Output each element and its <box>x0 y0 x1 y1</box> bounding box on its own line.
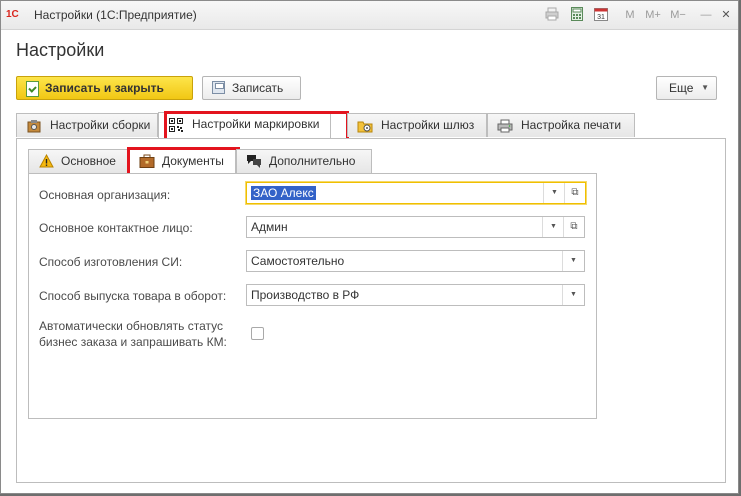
assembly-icon <box>26 119 42 133</box>
printer-icon <box>497 119 513 133</box>
tab-print-settings[interactable]: Настройка печати <box>487 113 635 137</box>
tab-label: Настройки шлюз <box>381 118 475 132</box>
dropdown-arrow-icon[interactable]: ▼ <box>542 217 564 237</box>
documents-panel: Основная организация: ЗАО Алекс ▼ ⧉ Осно… <box>28 173 597 419</box>
tab-label: Настройка печати <box>521 118 622 132</box>
auto-update-checkbox[interactable] <box>251 327 264 340</box>
save-button[interactable]: Записать <box>202 76 301 100</box>
tab-documents[interactable]: Документы <box>129 149 236 174</box>
dropdown-arrow-icon[interactable]: ▼ <box>562 285 584 305</box>
chevron-down-icon: ▼ <box>701 83 709 92</box>
save-and-close-label: Записать и закрыть <box>45 81 164 95</box>
qr-code-icon <box>168 118 184 132</box>
minimize-icon[interactable]: — <box>698 7 714 23</box>
tab-label: Настройки маркировки <box>192 117 320 131</box>
tab-label: Дополнительно <box>269 154 356 168</box>
si-method-label: Способ изготовления СИ: <box>39 255 183 269</box>
main-contact-field[interactable]: Админ ▼ ⧉ <box>246 216 585 238</box>
tab-label: Настройки сборки <box>50 118 151 132</box>
calendar-icon[interactable]: 31 <box>593 7 609 23</box>
chat-icon <box>246 154 262 169</box>
tab-gateway-settings[interactable]: Настройки шлюз <box>347 113 487 137</box>
release-method-select[interactable]: Производство в РФ ▼ <box>246 284 585 306</box>
app-window: 1С Настройки (1С:Предприятие) 31 M M+ M−… <box>0 0 739 494</box>
dropdown-arrow-icon[interactable]: ▼ <box>543 183 565 203</box>
warning-icon <box>38 153 54 169</box>
auto-update-label-line1: Автоматически обновлять статус <box>39 319 224 333</box>
app-logo: 1С <box>6 9 19 20</box>
main-contact-label: Основное контактное лицо: <box>39 221 193 235</box>
calculator-icon[interactable] <box>569 7 585 23</box>
open-icon[interactable]: ⧉ <box>563 217 584 237</box>
release-method-label: Способ выпуска товара в оборот: <box>39 289 227 303</box>
memory-m-minus-button[interactable]: M− <box>668 7 688 23</box>
dropdown-arrow-icon[interactable]: ▼ <box>562 251 584 271</box>
main-organization-label: Основная организация: <box>39 188 171 202</box>
more-label: Еще <box>669 81 694 95</box>
document-check-icon <box>26 81 39 97</box>
main-organization-field[interactable]: ЗАО Алекс ▼ ⧉ <box>246 182 586 204</box>
tab-additional[interactable]: Дополнительно <box>236 149 372 173</box>
open-icon[interactable]: ⧉ <box>564 183 585 203</box>
close-icon[interactable]: ✕ <box>718 7 734 23</box>
tab-label: Документы <box>162 154 224 168</box>
floppy-disk-icon <box>212 81 225 94</box>
auto-update-label-line2: бизнес заказа и запрашивать КМ: <box>39 335 227 349</box>
window-title: Настройки (1С:Предприятие) <box>34 8 197 22</box>
tab-general[interactable]: Основное <box>28 149 129 173</box>
gateway-icon <box>357 119 373 133</box>
tab-marking-settings[interactable]: Настройки маркировки <box>158 112 331 138</box>
release-method-value: Производство в РФ <box>251 288 360 302</box>
memory-m-plus-button[interactable]: M+ <box>643 7 663 23</box>
more-button[interactable]: Еще ▼ <box>656 76 717 100</box>
briefcase-icon <box>139 154 155 169</box>
tab-assembly-settings[interactable]: Настройки сборки <box>16 113 158 137</box>
print-icon[interactable] <box>544 7 560 23</box>
save-label: Записать <box>232 81 284 95</box>
main-contact-value: Админ <box>251 220 288 234</box>
main-organization-value: ЗАО Алекс <box>251 186 316 200</box>
tab-label: Основное <box>61 154 116 168</box>
save-and-close-button[interactable]: Записать и закрыть <box>16 76 193 100</box>
form-content: Настройки Записать и закрыть Записать Ещ… <box>1 30 738 493</box>
svg-text:31: 31 <box>597 14 605 21</box>
si-method-value: Самостоятельно <box>251 254 345 268</box>
page-title: Настройки <box>16 40 105 60</box>
si-method-select[interactable]: Самостоятельно ▼ <box>246 250 585 272</box>
marking-settings-panel: Основное Документы Дополнительно Основна… <box>16 138 726 483</box>
title-bar: 1С Настройки (1С:Предприятие) 31 M M+ M−… <box>1 1 738 30</box>
memory-m-button[interactable]: M <box>622 7 638 23</box>
